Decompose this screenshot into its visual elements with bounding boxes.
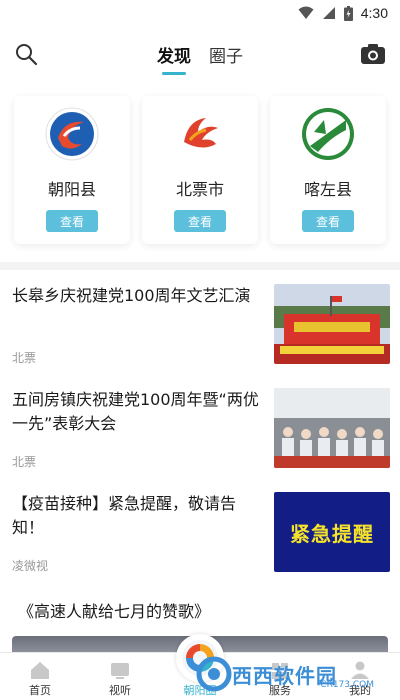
camera-icon bbox=[361, 44, 385, 64]
status-time: 4:30 bbox=[360, 5, 388, 21]
news-source: 北票 bbox=[12, 455, 37, 469]
chaoyang-logo bbox=[44, 106, 100, 162]
top-header: 发现 圈子 bbox=[0, 36, 400, 80]
nav-media[interactable]: 视听 bbox=[80, 653, 160, 700]
tab-circle[interactable]: 圈子 bbox=[209, 42, 243, 75]
news-title: 五间房镇庆祝建党100周年暨“两优一先”表彰大会 bbox=[12, 390, 259, 433]
thumbnail-caption: 紧急提醒 bbox=[290, 521, 374, 546]
county-name: 北票市 bbox=[175, 180, 224, 199]
news-thumbnail bbox=[274, 284, 390, 364]
news-item[interactable]: 【疫苗接种】紧急提醒，敬请告知！ 凌微视 紧急提醒 bbox=[12, 492, 390, 592]
top-tabs: 发现 圈子 bbox=[0, 42, 400, 75]
news-source: 凌微视 bbox=[12, 559, 49, 573]
status-bar: 4:30 bbox=[0, 0, 400, 26]
camera-button[interactable] bbox=[360, 42, 386, 66]
nav-label: 首页 bbox=[29, 684, 51, 697]
news-title: 长皋乡庆祝建党100周年文艺汇演 bbox=[12, 286, 251, 305]
news-thumbnail bbox=[274, 388, 390, 468]
wifi-icon bbox=[298, 6, 314, 19]
tv-icon bbox=[111, 663, 129, 679]
county-cards: 朝阳县 查看 北票市 查看 喀左县 查看 bbox=[0, 96, 400, 248]
news-title: 【疫苗接种】紧急提醒，敬请告知！ bbox=[12, 494, 237, 537]
tab-discover[interactable]: 发现 bbox=[157, 42, 191, 75]
news-item[interactable]: 五间房镇庆祝建党100周年暨“两优一先”表彰大会 北票 bbox=[12, 388, 390, 488]
county-card-beipiao[interactable]: 北票市 查看 bbox=[142, 96, 258, 244]
view-button[interactable]: 查看 bbox=[46, 210, 98, 232]
home-icon bbox=[31, 662, 49, 679]
beipiao-logo bbox=[172, 106, 228, 162]
section-divider bbox=[0, 262, 400, 270]
county-name: 朝阳县 bbox=[47, 180, 96, 199]
news-title-single[interactable]: 《高速人献给七月的赞歌》 bbox=[18, 598, 210, 622]
watermark-sub: CR173.COM bbox=[320, 680, 374, 690]
news-thumbnail: 紧急提醒 bbox=[274, 492, 390, 572]
signal-icon bbox=[322, 7, 335, 19]
watermark-logo-icon bbox=[196, 656, 232, 692]
kazuo-logo bbox=[300, 106, 356, 162]
nav-home[interactable]: 首页 bbox=[0, 653, 80, 700]
county-name: 喀左县 bbox=[303, 180, 352, 199]
view-button[interactable]: 查看 bbox=[174, 210, 226, 232]
view-button[interactable]: 查看 bbox=[302, 210, 354, 232]
watermark: 西西软件园 CR173.COM bbox=[196, 654, 392, 694]
county-card-kazuo[interactable]: 喀左县 查看 bbox=[270, 96, 386, 244]
county-card-chaoyang[interactable]: 朝阳县 查看 bbox=[14, 96, 130, 244]
battery-icon bbox=[343, 5, 353, 21]
news-source: 北票 bbox=[12, 351, 37, 365]
nav-label: 视听 bbox=[109, 684, 131, 697]
news-item[interactable]: 长皋乡庆祝建党100周年文艺汇演 北票 bbox=[12, 284, 390, 384]
